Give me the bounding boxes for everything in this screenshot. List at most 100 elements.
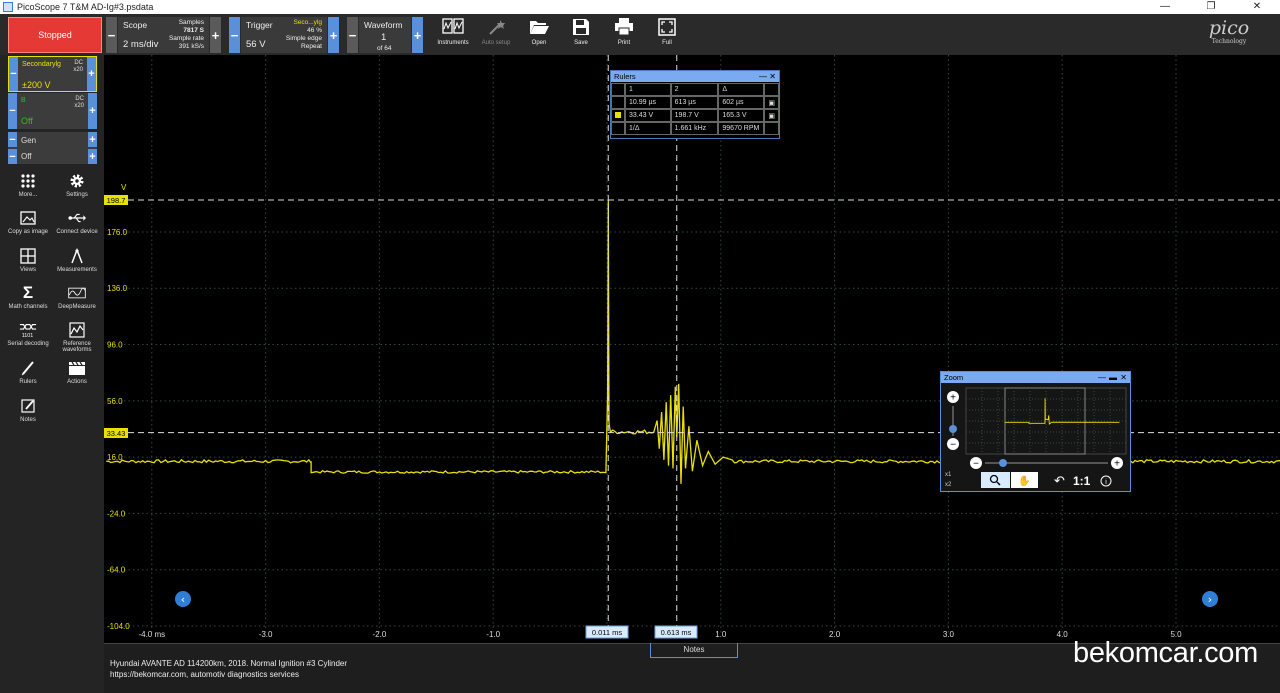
- channel-a-increase-button[interactable]: +: [87, 57, 96, 91]
- horizontal-zoom-handle[interactable]: [999, 459, 1007, 467]
- oscilloscope-view[interactable]: 176.0 136.0 96.0 56.0 16.0 -24.0 -64.0 -104.0 -…: [104, 55, 1280, 643]
- reference-waveforms-button[interactable]: Reference waveforms: [52, 321, 102, 353]
- trigger-decrease-button[interactable]: −: [229, 17, 240, 53]
- notes-button[interactable]: Notes: [3, 397, 53, 423]
- open-button[interactable]: Open: [517, 16, 561, 52]
- trigger-mode: Simple edge: [285, 35, 322, 42]
- window-title: PicoScope 7 T&M AD-Ig#3.psdata: [17, 2, 154, 12]
- oscilloscope-plot[interactable]: 176.0 136.0 96.0 56.0 16.0 -24.0 -64.0 -104.0 -…: [104, 55, 1280, 643]
- clapperboard-icon: [69, 361, 85, 375]
- undo-zoom-icon[interactable]: ↶: [1054, 474, 1065, 489]
- print-button[interactable]: Print: [602, 16, 646, 52]
- channel-b-probe: x20: [74, 103, 84, 109]
- rulers-button[interactable]: Rulers: [3, 359, 53, 385]
- zoom-ratio[interactable]: 1:1: [1073, 474, 1091, 488]
- ruler-h1-label[interactable]: 198.7: [104, 195, 128, 205]
- zoom-tool-button[interactable]: [981, 472, 1010, 488]
- scroll-left-button[interactable]: ‹: [175, 591, 191, 607]
- notes-line-1: Hyundai AVANTE AD 114200km, 2018. Normal…: [110, 659, 348, 668]
- waveform-label: Waveform: [364, 20, 403, 30]
- serial-decoding-button[interactable]: 1101 Serial decoding: [3, 321, 53, 347]
- trigger-group[interactable]: Trigger 56 V Seco...ylg 46 % Simple edge…: [241, 17, 327, 53]
- fullscreen-icon: [658, 18, 676, 36]
- generator-panel[interactable]: − − Gen Off + +: [8, 132, 97, 164]
- toolbar: Stopped − Scope 2 ms/div Samples 7817 S …: [0, 14, 1280, 55]
- zoom-overview-window[interactable]: Zoom — ▬ ✕ + − − + x1 x2 ✋ ↶ 1:1 i: [940, 371, 1131, 492]
- ruler-lines[interactable]: [128, 55, 1280, 626]
- notes-tab[interactable]: Notes: [650, 643, 738, 658]
- waveform-group[interactable]: Waveform 1 of 64: [359, 17, 411, 53]
- views-label: Views: [20, 267, 36, 273]
- zoom-x1-label: x1: [945, 472, 952, 478]
- scope-label: Scope: [123, 20, 148, 30]
- minimize-button[interactable]: —: [1142, 0, 1188, 14]
- svg-text:1101: 1101: [22, 333, 34, 339]
- ruler-rpm: 99670 RPM: [718, 122, 765, 135]
- ruler-v1-label[interactable]: 0.011 ms: [585, 625, 629, 639]
- pico-logo: pico Technology: [1192, 18, 1266, 52]
- channel-a-panel[interactable]: − Secondarylg ±200 V DC x20 +: [8, 56, 97, 92]
- usb-icon: [68, 213, 86, 223]
- views-button[interactable]: Views: [3, 247, 53, 273]
- channel-b-decrease-button[interactable]: −: [8, 93, 17, 129]
- ruler-v2-label[interactable]: 0.613 ms: [654, 625, 698, 639]
- lock-icon[interactable]: ▣: [764, 109, 779, 122]
- ruler-h2-label[interactable]: 33.43: [104, 428, 128, 438]
- copy-as-image-button[interactable]: Copy as image: [3, 209, 53, 235]
- title-bar: PicoScope 7 T&M AD-Ig#3.psdata — ❐ ✕: [0, 0, 1280, 14]
- grid-dots-icon: [21, 174, 35, 188]
- rulers-close-button[interactable]: ✕: [769, 71, 776, 82]
- gen-off-increase-button[interactable]: +: [88, 149, 97, 164]
- channel-b-range: Off: [21, 116, 33, 126]
- maximize-button[interactable]: ❐: [1188, 0, 1234, 14]
- save-button[interactable]: Save: [559, 16, 603, 52]
- measurements-button[interactable]: Measurements: [52, 247, 102, 273]
- zoom-maximize-button[interactable]: ▬: [1109, 372, 1117, 383]
- zoom-close-button[interactable]: ✕: [1120, 372, 1127, 383]
- full-screen-button[interactable]: Full: [645, 16, 689, 52]
- scope-increase-button[interactable]: +: [210, 17, 221, 53]
- y-tick-label: -104.0: [107, 622, 130, 631]
- zoom-overview[interactable]: + − − + x1 x2 ✋ ↶ 1:1 i: [941, 384, 1130, 492]
- settings-button[interactable]: Settings: [52, 172, 102, 198]
- deepmeasure-button[interactable]: DeepMeasure: [52, 284, 102, 310]
- x-tick-label: 1.0: [715, 630, 727, 639]
- auto-setup-button[interactable]: Auto setup: [474, 16, 518, 52]
- instruments-icon: [442, 18, 464, 34]
- scope-decrease-button[interactable]: −: [106, 17, 117, 53]
- zoom-minimize-button[interactable]: —: [1098, 372, 1106, 383]
- scroll-right-button[interactable]: ›: [1202, 591, 1218, 607]
- close-button[interactable]: ✕: [1234, 0, 1280, 14]
- more-button[interactable]: More...: [3, 172, 53, 198]
- trigger-increase-button[interactable]: +: [328, 17, 339, 53]
- waveform-next-button[interactable]: +: [412, 17, 423, 53]
- ruler-time-1: 10.99 µs: [625, 96, 671, 109]
- auto-setup-label: Auto setup: [481, 40, 511, 46]
- minus-icon: −: [973, 459, 979, 470]
- channel-a-decrease-button[interactable]: −: [9, 57, 18, 91]
- ruler-v1-value: 0.011 ms: [592, 628, 623, 637]
- zoom-window-header[interactable]: Zoom — ▬ ✕: [941, 372, 1130, 383]
- actions-button[interactable]: Actions: [52, 359, 102, 385]
- save-icon: [573, 19, 589, 35]
- gen-decrease-button[interactable]: −: [8, 132, 17, 147]
- channel-b-panel[interactable]: − B Off DC x20 +: [8, 93, 97, 129]
- gen-increase-button[interactable]: +: [88, 132, 97, 147]
- math-channels-button[interactable]: Σ Math channels: [3, 283, 53, 310]
- vertical-zoom-handle[interactable]: [949, 425, 957, 433]
- gen-off-decrease-button[interactable]: −: [8, 149, 17, 164]
- scope-group[interactable]: Scope 2 ms/div Samples 7817 S Sample rat…: [118, 17, 209, 53]
- rulers-minimize-button[interactable]: —: [759, 71, 767, 82]
- rulers-window[interactable]: Rulers — ✕ 1 2 Δ 10.99 µs 613 µs 602 µs …: [610, 70, 780, 139]
- rulers-window-title: Rulers: [614, 72, 636, 81]
- timebase-value: 2 ms/div: [123, 39, 159, 50]
- lock-icon[interactable]: ▣: [764, 96, 779, 109]
- run-stop-button[interactable]: Stopped: [8, 17, 102, 53]
- channel-b-increase-button[interactable]: +: [88, 93, 97, 129]
- connect-device-button[interactable]: Connect device: [52, 209, 102, 235]
- waveform-prev-button[interactable]: −: [347, 17, 358, 53]
- rulers-window-header[interactable]: Rulers — ✕: [611, 71, 779, 82]
- rulers-col1-header: 1: [625, 83, 671, 96]
- wand-icon: [489, 20, 505, 35]
- instruments-button[interactable]: Instruments: [431, 16, 475, 52]
